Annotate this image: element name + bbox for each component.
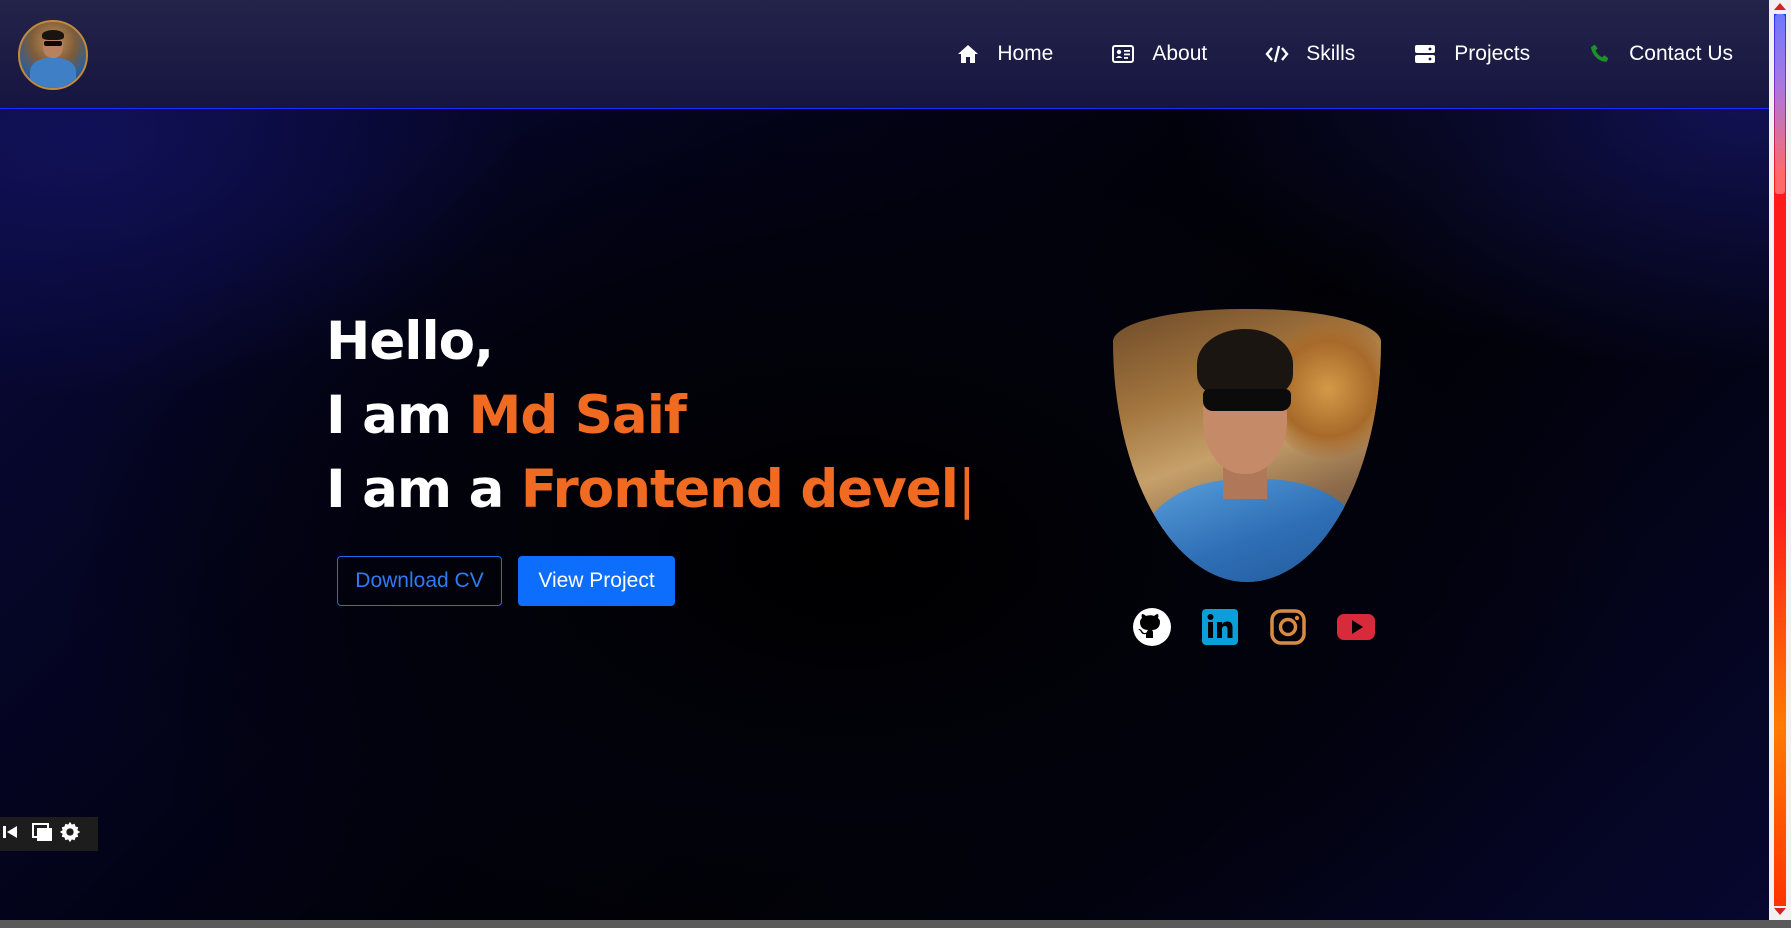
hero-greeting: Hello,	[326, 311, 494, 372]
hero-buttons: Download CV View Project	[337, 556, 675, 606]
scroll-up-icon[interactable]	[1774, 3, 1786, 10]
nav-label-contact: Contact Us	[1629, 42, 1733, 65]
id-card-icon	[1110, 41, 1136, 67]
nav-item-home[interactable]: Home	[955, 41, 1053, 67]
nav-item-about[interactable]: About	[1110, 41, 1207, 67]
typing-cursor: |	[957, 459, 976, 520]
navbar: Home About Skills Projects Contact Us	[0, 0, 1769, 109]
hero-name-prefix: I am	[326, 385, 469, 446]
nav-label-skills: Skills	[1306, 42, 1356, 65]
nav-item-skills[interactable]: Skills	[1264, 41, 1355, 67]
skip-back-button[interactable]	[0, 820, 28, 848]
linkedin-link[interactable]	[1199, 608, 1241, 650]
instagram-link[interactable]	[1267, 608, 1309, 650]
linkedin-icon	[1200, 607, 1240, 651]
code-icon	[1264, 41, 1290, 67]
nav-item-projects[interactable]: Projects	[1412, 41, 1530, 67]
window-button[interactable]	[28, 820, 56, 848]
github-link[interactable]	[1131, 608, 1173, 650]
youtube-link[interactable]	[1335, 608, 1377, 650]
hero-name-line: I am Md Saif	[326, 379, 975, 453]
hero-role-line: I am a Frontend devel|	[326, 453, 976, 527]
nav-label-about: About	[1152, 42, 1208, 65]
nav-label-projects: Projects	[1454, 42, 1531, 65]
nav-label-home: Home	[997, 42, 1054, 65]
scroll-thumb[interactable]	[1775, 14, 1785, 194]
download-cv-button[interactable]: Download CV	[337, 556, 502, 606]
page-scrollbar[interactable]	[1769, 0, 1791, 920]
hero-name: Md Saif	[468, 385, 687, 446]
social-links	[1131, 608, 1403, 650]
page: Home About Skills Projects Contact Us He…	[0, 0, 1769, 920]
github-icon	[1132, 607, 1172, 651]
profile-photo	[1113, 309, 1381, 582]
scroll-down-icon[interactable]	[1774, 908, 1786, 915]
view-project-button[interactable]: View Project	[518, 556, 675, 606]
hero-role-prefix: I am a	[326, 459, 521, 520]
hero-role-typed: Frontend devel	[520, 459, 959, 520]
instagram-icon	[1268, 607, 1308, 651]
server-icon	[1412, 41, 1438, 67]
window-icon	[31, 821, 53, 847]
gear-icon	[59, 821, 81, 847]
nav-avatar[interactable]	[18, 20, 88, 90]
nav-item-contact[interactable]: Contact Us	[1587, 41, 1733, 67]
home-icon	[955, 41, 981, 67]
media-toolbar	[0, 817, 98, 851]
youtube-icon	[1336, 607, 1376, 651]
settings-button[interactable]	[56, 820, 84, 848]
hero-text: Hello, I am Md Saif I am a Frontend deve…	[326, 305, 976, 527]
skip-back-icon	[3, 821, 25, 847]
nav-menu: Home About Skills Projects Contact Us	[898, 0, 1733, 108]
bottom-edge	[0, 920, 1791, 928]
phone-icon	[1587, 41, 1613, 67]
